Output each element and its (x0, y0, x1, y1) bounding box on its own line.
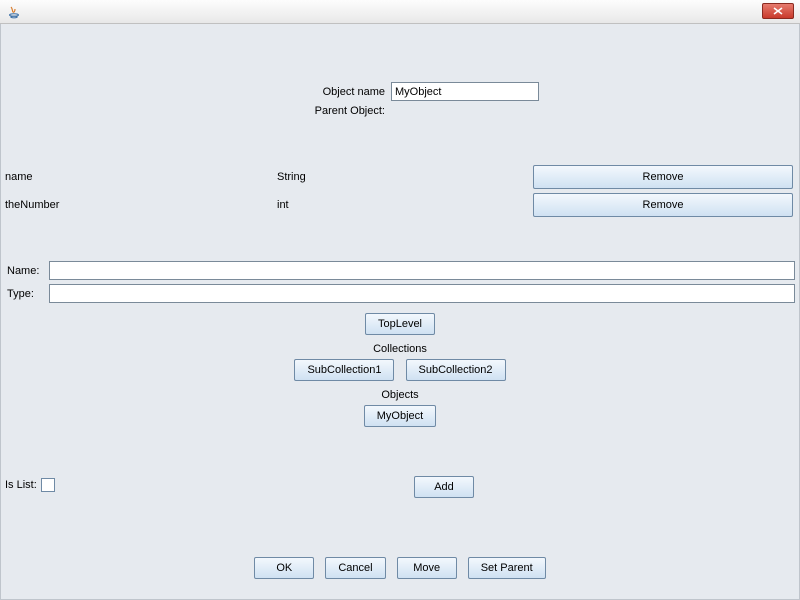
object-header-form: Object name Parent Object: (1, 24, 799, 117)
bottom-toolbar: OK Cancel Move Set Parent (1, 555, 799, 581)
collections-label: Collections (1, 343, 799, 355)
prop-name: theNumber (1, 199, 277, 211)
type-field-label: Type: (5, 288, 49, 300)
objects-label: Objects (1, 389, 799, 401)
hierarchy-section: TopLevel Collections SubCollection1 SubC… (1, 311, 799, 429)
properties-table: name String Remove theNumber int Remove (1, 163, 799, 219)
remove-button[interactable]: Remove (533, 193, 793, 217)
set-parent-button[interactable]: Set Parent (468, 557, 546, 579)
name-field[interactable] (49, 261, 795, 280)
prop-type: int (277, 199, 533, 211)
name-type-form: Name: Type: (1, 261, 799, 303)
close-button[interactable] (762, 3, 794, 19)
prop-name: name (1, 171, 277, 183)
parent-object-label: Parent Object: (261, 105, 391, 117)
add-button[interactable]: Add (414, 476, 474, 498)
toplevel-button[interactable]: TopLevel (365, 313, 435, 335)
name-field-label: Name: (5, 265, 49, 277)
java-icon (6, 4, 22, 20)
collection-button[interactable]: SubCollection2 (406, 359, 506, 381)
prop-type: String (277, 171, 533, 183)
object-button[interactable]: MyObject (364, 405, 436, 427)
object-name-label: Object name (261, 86, 391, 98)
collection-button[interactable]: SubCollection1 (294, 359, 394, 381)
titlebar (0, 0, 800, 24)
move-button[interactable]: Move (397, 557, 457, 579)
remove-button[interactable]: Remove (533, 165, 793, 189)
table-row: theNumber int Remove (1, 191, 799, 219)
client-area: Object name Parent Object: name String R… (0, 24, 800, 600)
object-name-input[interactable] (391, 82, 539, 101)
ok-button[interactable]: OK (254, 557, 314, 579)
cancel-button[interactable]: Cancel (325, 557, 385, 579)
type-field[interactable] (49, 284, 795, 303)
table-row: name String Remove (1, 163, 799, 191)
